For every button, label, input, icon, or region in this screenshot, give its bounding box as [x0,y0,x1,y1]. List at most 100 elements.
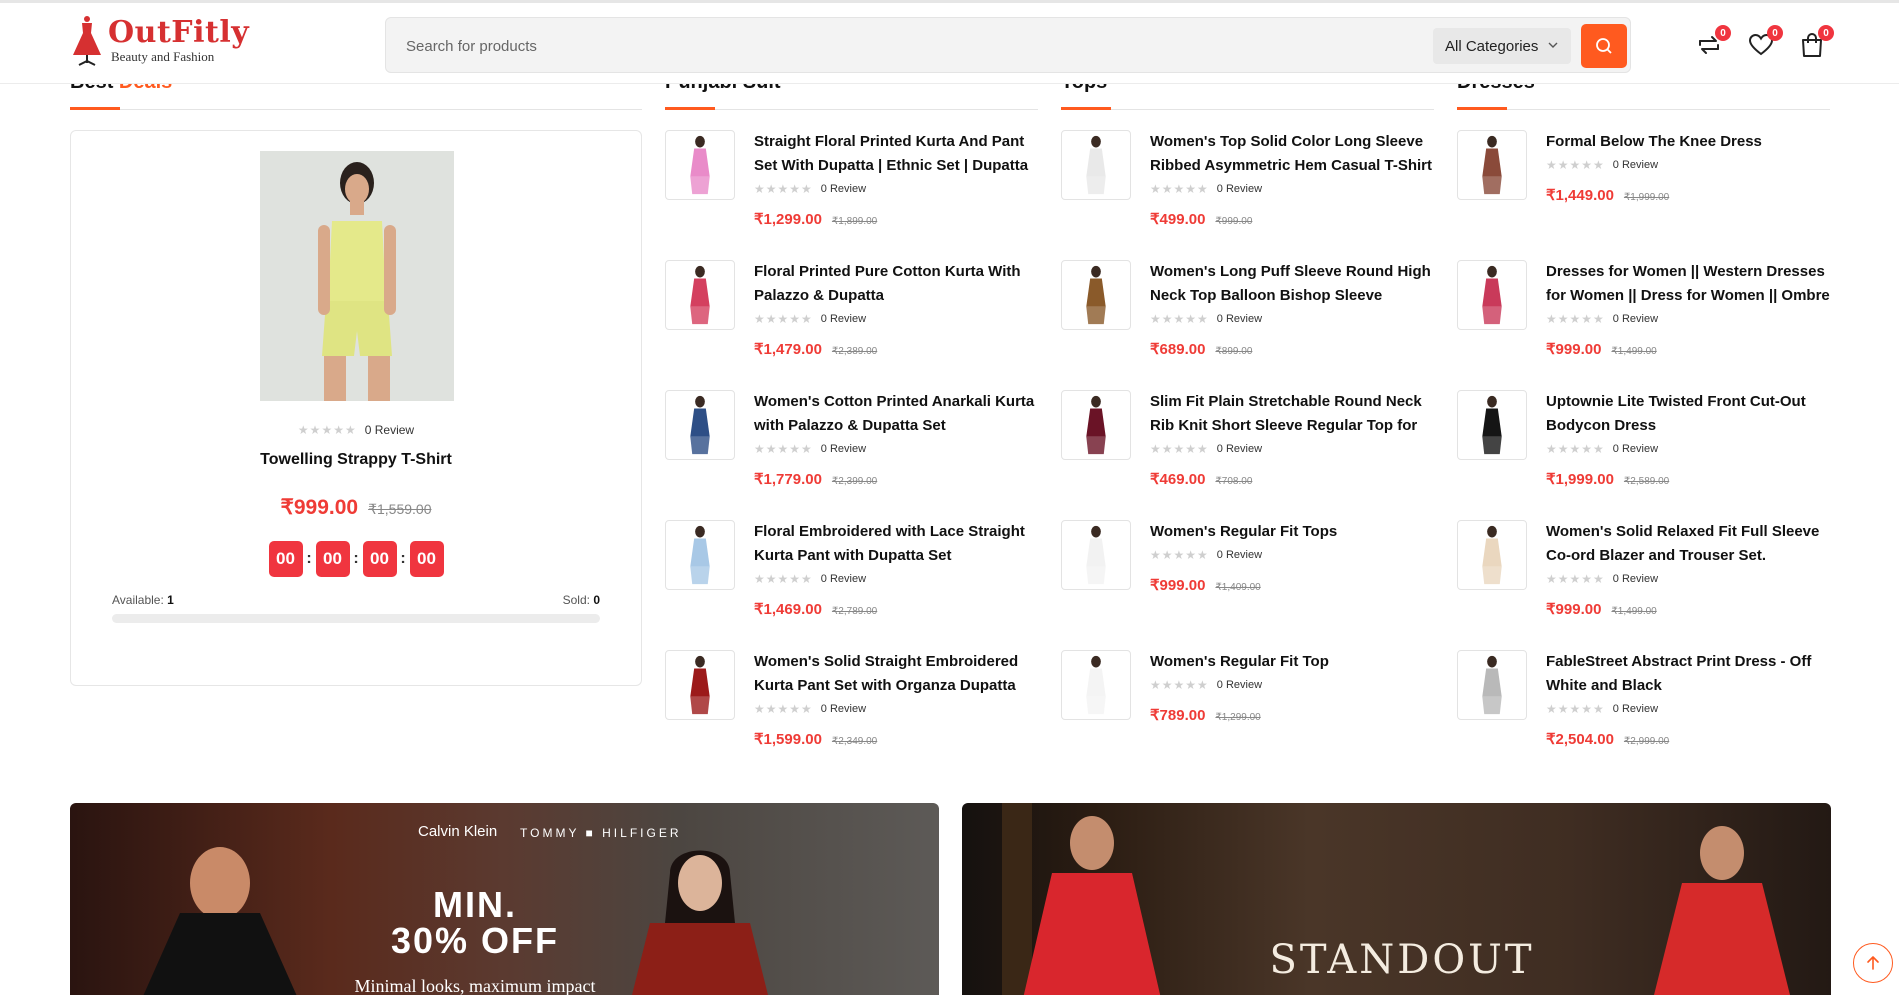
tommy-hilfiger-brand: TOMMY ■ HILFIGER [520,826,682,840]
product-rating: ★★★★★ 0 Review [1546,158,1830,172]
deal-product-name[interactable]: Towelling Strappy T-Shirt [71,451,641,469]
product-thumbnail[interactable] [665,520,735,590]
product-thumbnail[interactable] [1457,520,1527,590]
product-thumbnail[interactable] [665,390,735,460]
product-list-item[interactable]: Formal Below The Knee Dress ★★★★★ 0 Review… [1457,130,1830,260]
product-price: ₹499.00 [1150,211,1206,228]
product-price-row: ₹1,449.00 ₹1,999.00 [1546,186,1830,204]
product-review-count: 0 Review [1612,313,1659,325]
product-thumbnail[interactable] [1061,520,1131,590]
product-thumbnail[interactable] [1457,390,1527,460]
product-title[interactable]: Women's Regular Fit Tops [1150,520,1434,544]
product-thumbnail[interactable] [665,650,735,720]
product-old-price: ₹2,399.00 [831,476,878,487]
product-list-item[interactable]: Women's Cotton Printed Anarkali Kurta wi… [665,390,1038,520]
compare-button[interactable]: 0 [1695,25,1731,61]
star-rating-icon: ★★★★★ [1546,442,1605,456]
countdown-timer: 00 : 00 : 00 : 00 [71,541,641,577]
cart-button[interactable]: 0 [1798,25,1834,61]
site-logo[interactable]: OutFitly Beauty and Fashion [70,15,249,67]
product-review-count: 0 Review [1216,679,1263,691]
product-title[interactable]: Women's Cotton Printed Anarkali Kurta wi… [754,390,1038,438]
product-price-row: ₹999.00 ₹1,499.00 [1546,600,1830,618]
product-review-count: 0 Review [1216,313,1263,325]
product-review-count: 0 Review [1216,549,1263,561]
promo-banner-standout[interactable]: STANDOUT [962,803,1831,995]
product-title[interactable]: Formal Below The Knee Dress [1546,130,1830,154]
product-price-row: ₹469.00 ₹708.00 [1150,470,1434,488]
deal-rating: ★★★★★ 0 Review [71,423,641,437]
product-price-row: ₹1,999.00 ₹2,589.00 [1546,470,1830,488]
product-old-price: ₹1,499.00 [1611,606,1657,617]
banner-subtitle: Minimal looks, maximum impact [354,976,596,995]
product-thumbnail[interactable] [1457,260,1527,330]
timer-seconds: 00 [409,541,444,577]
star-rating-icon: ★★★★★ [1150,442,1209,456]
product-title[interactable]: Straight Floral Printed Kurta And Pant S… [754,130,1038,178]
search-button[interactable] [1581,24,1627,68]
product-title[interactable]: Women's Long Puff Sleeve Round High Neck… [1150,260,1434,308]
product-thumbnail[interactable] [665,260,735,330]
product-thumbnail[interactable] [1061,260,1131,330]
product-thumbnail[interactable] [1457,650,1527,720]
product-rating: ★★★★★ 0 Review [1150,548,1434,562]
star-rating-icon: ★★★★★ [1546,572,1605,586]
product-list-item[interactable]: Women's Regular Fit Tops ★★★★★ 0 Review ₹99… [1061,520,1434,650]
product-price: ₹689.00 [1150,341,1206,358]
product-title[interactable]: Women's Solid Straight Embroidered Kurta… [754,650,1038,698]
product-list-item[interactable]: Women's Regular Fit Top ★★★★★ 0 Review ₹789… [1061,650,1434,780]
product-title[interactable]: Floral Embroidered with Lace Straight Ku… [754,520,1038,568]
product-list-item[interactable]: Floral Embroidered with Lace Straight Ku… [665,520,1038,650]
product-old-price: ₹2,589.00 [1623,476,1670,487]
product-list-item[interactable]: FableStreet Abstract Print Dress - Off W… [1457,650,1830,780]
product-price-row: ₹1,469.00 ₹2,789.00 [754,600,1038,618]
product-price-row: ₹1,299.00 ₹1,899.00 [754,210,1038,228]
product-list-item[interactable]: Women's Solid Relaxed Fit Full Sleeve Co… [1457,520,1830,650]
search-input[interactable] [406,32,1306,60]
product-title[interactable]: Slim Fit Plain Stretchable Round Neck Ri… [1150,390,1434,438]
product-title[interactable]: Floral Printed Pure Cotton Kurta With Pa… [754,260,1038,308]
product-price: ₹1,299.00 [754,211,822,228]
deal-card[interactable]: ★★★★★ 0 Review Towelling Strappy T-Shirt… [70,130,642,686]
product-review-count: 0 Review [1216,443,1263,455]
product-rating: ★★★★★ 0 Review [754,182,1038,196]
product-thumbnail[interactable] [665,130,735,200]
star-rating-icon: ★★★★★ [1546,702,1605,716]
product-price: ₹1,599.00 [754,731,822,748]
product-title[interactable]: Dresses for Women || Western Dresses for… [1546,260,1830,308]
product-list-item[interactable]: Slim Fit Plain Stretchable Round Neck Ri… [1061,390,1434,520]
product-price-row: ₹1,779.00 ₹2,399.00 [754,470,1038,488]
product-list-item[interactable]: Uptownie Lite Twisted Front Cut-Out Body… [1457,390,1830,520]
product-title[interactable]: Women's Top Solid Color Long Sleeve Ribb… [1150,130,1434,178]
product-thumbnail[interactable] [1061,130,1131,200]
star-rating-icon: ★★★★★ [754,182,813,196]
product-rating: ★★★★★ 0 Review [754,572,1038,586]
product-list-item[interactable]: Straight Floral Printed Kurta And Pant S… [665,130,1038,260]
product-rating: ★★★★★ 0 Review [1546,442,1830,456]
product-list-item[interactable]: Dresses for Women || Western Dresses for… [1457,260,1830,390]
product-title[interactable]: Women's Solid Relaxed Fit Full Sleeve Co… [1546,520,1830,568]
banner-headline-line-1: MIN. [433,884,517,925]
product-list-item[interactable]: Women's Solid Straight Embroidered Kurta… [665,650,1038,780]
scroll-to-top-button[interactable] [1853,943,1893,983]
stock-info: Available: 1 Sold: 0 [112,593,600,607]
product-thumbnail[interactable] [1061,650,1131,720]
product-thumbnail[interactable] [1061,390,1131,460]
compare-count-badge: 0 [1715,25,1731,41]
star-rating-icon: ★★★★★ [1150,182,1209,196]
product-title[interactable]: Women's Regular Fit Top [1150,650,1434,674]
promo-banner-brands[interactable]: Calvin Klein TOMMY ■ HILFIGER MIN. 30% O… [70,803,939,995]
wishlist-button[interactable]: 0 [1747,25,1783,61]
product-list-item[interactable]: Women's Long Puff Sleeve Round High Neck… [1061,260,1434,390]
category-select[interactable]: All Categories [1433,28,1571,64]
product-list-item[interactable]: Women's Top Solid Color Long Sleeve Ribb… [1061,130,1434,260]
product-thumbnail[interactable] [1457,130,1527,200]
product-title[interactable]: FableStreet Abstract Print Dress - Off W… [1546,650,1830,698]
product-old-price: ₹1,499.00 [1611,346,1657,357]
product-rating: ★★★★★ 0 Review [1150,442,1434,456]
product-list-item[interactable]: Floral Printed Pure Cotton Kurta With Pa… [665,260,1038,390]
product-price-row: ₹689.00 ₹899.00 [1150,340,1434,358]
deal-product-image[interactable] [260,151,454,401]
product-title[interactable]: Uptownie Lite Twisted Front Cut-Out Body… [1546,390,1830,438]
star-rating-icon: ★★★★★ [754,442,813,456]
